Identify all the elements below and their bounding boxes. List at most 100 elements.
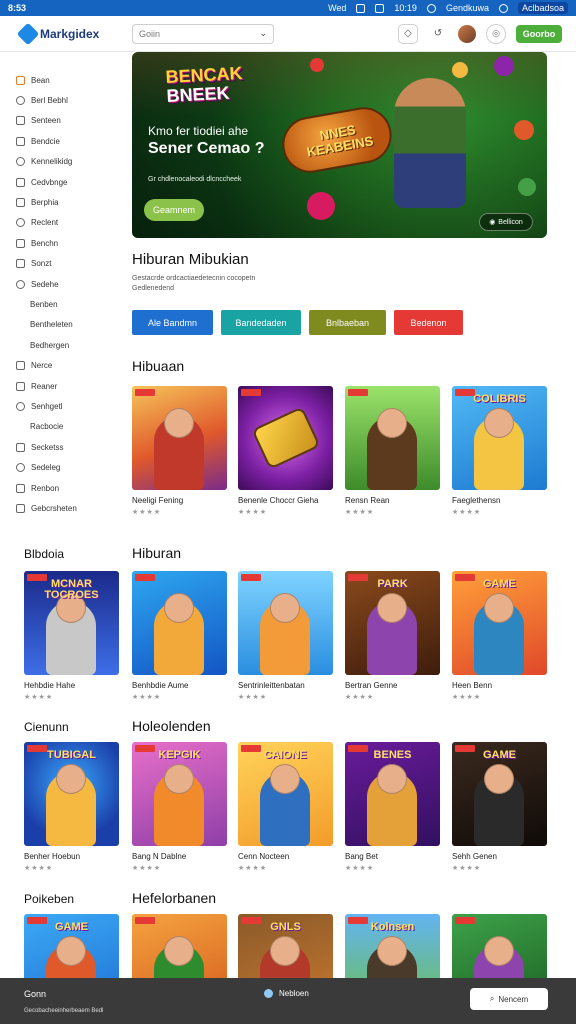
sidebar-item[interactable]: Senteen	[0, 111, 110, 131]
game-title: Neeligi Fening	[132, 496, 184, 505]
game-card[interactable]: CAIONE Cenn Nocteen ★★★★	[238, 742, 333, 872]
sidebar-item[interactable]: Cedvbnge	[0, 172, 110, 192]
filter-button[interactable]: Ale Bandmn	[132, 310, 213, 335]
hero-banner[interactable]: BENCAK BNEEK Kmo fer tiodiei ahe Sener C…	[132, 52, 547, 238]
filter-button[interactable]: Bandedaden	[221, 310, 301, 335]
game-card[interactable]: Benhbdie Aume ★★★★	[132, 571, 227, 701]
sidebar-item[interactable]: Gebcrsheten	[0, 498, 110, 518]
avatar[interactable]	[458, 24, 476, 43]
notification-icon[interactable]: ◇	[398, 23, 418, 44]
game-card[interactable]: TUBIGAL Benher Hoebun ★★★★	[24, 742, 119, 872]
settings-icon[interactable]: ◎	[486, 23, 506, 44]
sidebar-item-label: Cedvbnge	[31, 177, 68, 187]
search-input[interactable]: Goiin ⌄	[132, 23, 274, 44]
bottom-bar-button[interactable]: ⌕ Nencem	[470, 988, 548, 1010]
sidebar-item[interactable]: Sedeleg	[0, 457, 110, 477]
game-title: Bang N Dablne	[132, 852, 187, 861]
power-icon	[16, 483, 25, 493]
hero-secondary-button[interactable]: ◉ Bellicon	[479, 213, 533, 231]
sidebar-item-label: Senhgetl	[31, 401, 63, 411]
game-card[interactable]: GAME Heen Benn ★★★★	[452, 571, 547, 701]
game-card[interactable]: Sentrinleittenbatan ★★★★	[238, 571, 333, 701]
sidebar-item[interactable]: Racbocie	[0, 417, 110, 437]
sidebar-item-label: Bentheleten	[30, 320, 73, 330]
game-card[interactable]: BENES Bang Bet ★★★★	[345, 742, 440, 872]
settings-icon	[16, 463, 25, 473]
sidebar-item[interactable]: Benben	[0, 294, 110, 314]
sidebar-item[interactable]: Nerce	[0, 355, 110, 375]
sidebar-item[interactable]: Bentheleten	[0, 315, 110, 335]
game-card[interactable]: GAME Sehh Genen ★★★★	[452, 742, 547, 872]
sidebar-item[interactable]: Sonzt	[0, 254, 110, 274]
hero-decoration	[307, 192, 335, 220]
sidebar-item[interactable]: Bedhergen	[0, 335, 110, 355]
sidebar-item[interactable]: Senhgetl	[0, 396, 110, 416]
hero-caption: Gr chdlenocaleodi dlcnccheek	[148, 176, 242, 183]
chevron-down-icon: ⌄	[259, 28, 267, 38]
game-thumbnail[interactable]: CAIONE	[238, 742, 333, 846]
list-icon	[16, 238, 25, 248]
game-thumbnail[interactable]: KEPGIK	[132, 742, 227, 846]
game-thumbnail[interactable]	[238, 571, 333, 675]
refresh-icon[interactable]: ↺	[428, 24, 448, 44]
hero-headline: Kmo fer tiodiei ahe	[148, 124, 249, 138]
sidebar-item[interactable]: Kennelikidg	[0, 152, 110, 172]
game-thumbnail[interactable]	[132, 386, 227, 490]
game-card[interactable]: Neeligi Fening ★★★★	[132, 386, 227, 516]
status-item: Gendkuwa	[445, 3, 489, 13]
game-thumbnail[interactable]	[238, 386, 333, 490]
sidebar-item[interactable]: Benchn	[0, 233, 110, 253]
game-title: Rensn Rean	[345, 496, 390, 505]
filter-button[interactable]: Bedenon	[394, 310, 463, 335]
sidebar-item-label: Renbon	[31, 483, 60, 493]
game-thumbnail[interactable]	[132, 571, 227, 675]
bottom-bar: Gonn Gecobacheeinherbeaem Bedl Nebloen ⌕…	[0, 978, 576, 1024]
sidebar-item[interactable]: Reclent	[0, 213, 110, 233]
hero-decoration	[310, 58, 324, 72]
page-title: Hiburan Mibukian	[132, 251, 249, 268]
filter-button[interactable]: Bnlbaeban	[309, 310, 386, 335]
sidebar-item[interactable]: Renbon	[0, 478, 110, 498]
game-card[interactable]: MCNAR TOCROES Hehbdie Hahe ★★★★	[24, 571, 119, 701]
game-thumbnail[interactable]: MCNAR TOCROES	[24, 571, 119, 675]
game-logo-text: KEPGIK	[158, 749, 201, 761]
sidebar-item-label: Sonzt	[31, 259, 52, 269]
sidebar-item[interactable]: Bendcie	[0, 131, 110, 151]
character-face	[56, 936, 86, 966]
status-item: Aclbadsoa	[517, 2, 568, 14]
info-icon: ◉	[489, 219, 496, 226]
page-subtitle: Gestacrde ordcactiaedetecnin cocopetn Ge…	[132, 274, 255, 294]
game-card[interactable]: COLIBRIS Faeglethensn ★★★★	[452, 386, 547, 516]
sidebar-item[interactable]: Secketss	[0, 437, 110, 457]
game-thumbnail[interactable]: PARK	[345, 571, 440, 675]
character-face	[270, 936, 300, 966]
character-face	[164, 593, 194, 623]
game-thumbnail[interactable]: BENES	[345, 742, 440, 846]
star-rating: ★★★★	[238, 694, 268, 701]
sidebar-item[interactable]: Bean	[0, 70, 110, 90]
hero-play-button[interactable]: Geamnem	[144, 199, 204, 221]
game-thumbnail[interactable]: TUBIGAL	[24, 742, 119, 846]
game-thumbnail[interactable]: GAME	[452, 571, 547, 675]
section-title: Hefelorbanen	[132, 890, 217, 906]
section-side-title: Cienunn	[24, 720, 69, 734]
character-face	[270, 764, 300, 794]
game-card[interactable]: KEPGIK Bang N Dablne ★★★★	[132, 742, 227, 872]
sidebar-item[interactable]: Berl Bebhl	[0, 90, 110, 110]
bottom-bar-middle[interactable]: Nebloen	[264, 989, 309, 998]
game-card[interactable]: Benenle Choccr Gieha ★★★★	[238, 386, 333, 516]
game-thumbnail[interactable]: COLIBRIS	[452, 386, 547, 490]
game-thumbnail[interactable]	[345, 386, 440, 490]
sidebar-item[interactable]: Reaner	[0, 376, 110, 396]
sidebar-item[interactable]: Sedehe	[0, 274, 110, 294]
logo[interactable]: Markgidex	[16, 22, 132, 45]
sidebar-item[interactable]: Berphia	[0, 192, 110, 212]
game-title: Cenn Nocteen	[238, 852, 290, 861]
header-cta-button[interactable]: Goorbo	[516, 24, 562, 43]
sidebar-item-label: Benben	[30, 299, 58, 309]
hero-character	[394, 78, 466, 208]
game-thumbnail[interactable]: GAME	[452, 742, 547, 846]
game-title: Hehbdie Hahe	[24, 681, 76, 690]
game-card[interactable]: PARK Bertran Genne ★★★★	[345, 571, 440, 701]
game-card[interactable]: Rensn Rean ★★★★	[345, 386, 440, 516]
